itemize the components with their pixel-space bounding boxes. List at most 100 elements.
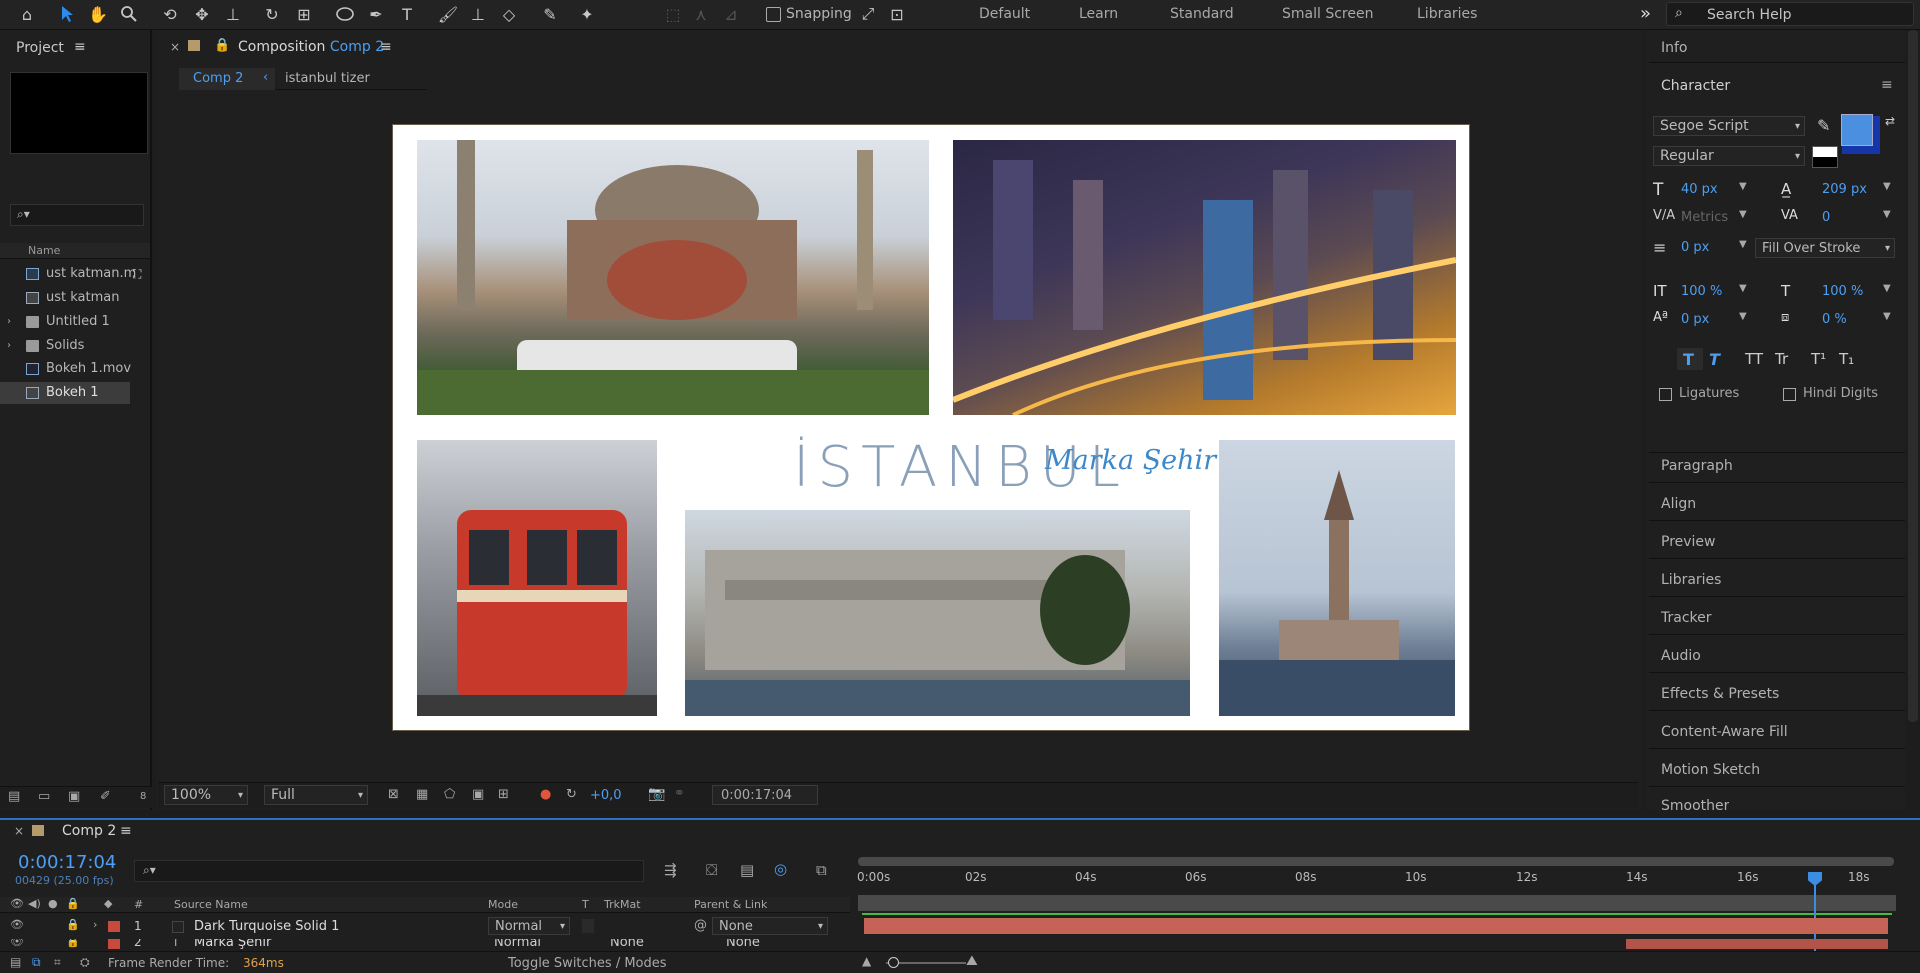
- column-source-name[interactable]: Source Name: [174, 898, 248, 911]
- reset-exposure-icon[interactable]: ↻: [566, 787, 577, 802]
- rotate-tool-icon[interactable]: ↻: [260, 2, 284, 26]
- panel-menu-icon[interactable]: ≡: [74, 39, 86, 55]
- info-panel-header[interactable]: Info: [1661, 40, 1688, 56]
- right-panel-scrollbar[interactable]: [1908, 30, 1918, 722]
- interpret-footage-icon[interactable]: ▤: [8, 789, 20, 804]
- eraser-tool-icon[interactable]: ◇: [497, 2, 521, 26]
- timeline-timecode[interactable]: 0:00:17:04: [18, 852, 116, 873]
- snapshot-icon[interactable]: 📷: [648, 786, 665, 802]
- column-trkmat[interactable]: TrkMat: [604, 898, 641, 911]
- local-axis-icon[interactable]: ⬚: [661, 2, 685, 26]
- snap-feather-icon[interactable]: ⊡: [885, 2, 909, 26]
- pan-behind-icon[interactable]: ⊞: [292, 2, 316, 26]
- zoom-dropdown[interactable]: 100% ▾: [164, 785, 248, 805]
- resolution-dropdown[interactable]: Full ▾: [264, 785, 368, 805]
- panel-menu-icon[interactable]: ≡: [380, 39, 392, 55]
- puppet-pin-icon[interactable]: ✦: [575, 2, 599, 26]
- pickwhip-icon[interactable]: @: [694, 918, 707, 933]
- project-item-solids[interactable]: › Solids: [0, 335, 150, 357]
- lock-icon[interactable]: 🔒: [66, 918, 80, 931]
- exposure-value[interactable]: +0,0: [590, 788, 622, 803]
- home-icon[interactable]: ⌂: [15, 2, 39, 26]
- dolly-camera-icon[interactable]: ⊥: [221, 2, 245, 26]
- type-tool-icon[interactable]: T: [395, 2, 419, 26]
- timeline-zoom-handle[interactable]: [888, 957, 899, 968]
- chevron-down-icon[interactable]: ▼: [1739, 209, 1747, 220]
- show-snapshot-icon[interactable]: ⚭: [674, 786, 685, 801]
- composition-viewer[interactable]: İSTANBUL Marka Şehir: [392, 124, 1470, 731]
- layer-mode-value[interactable]: Normal: [494, 939, 541, 949]
- smoother-panel-header[interactable]: Smoother: [1661, 798, 1729, 810]
- content-aware-fill-panel-header[interactable]: Content-Aware Fill: [1661, 724, 1788, 740]
- eyedropper-icon[interactable]: ✎: [1817, 116, 1830, 135]
- all-caps-button[interactable]: TT: [1745, 350, 1763, 368]
- workspace-standard[interactable]: Standard: [1170, 6, 1234, 22]
- snapping-checkbox[interactable]: [766, 7, 781, 22]
- brush-tool-icon[interactable]: 🖌: [436, 2, 460, 26]
- composition-mini-flowchart-icon[interactable]: ⇶: [664, 861, 677, 879]
- subscript-button[interactable]: T₁: [1839, 350, 1854, 368]
- new-folder-icon[interactable]: ▭: [38, 789, 50, 804]
- horizontal-scale-value[interactable]: 100 %: [1822, 284, 1863, 299]
- zoom-out-icon[interactable]: ▲: [862, 954, 871, 968]
- chevron-down-icon[interactable]: ▼: [1739, 311, 1747, 322]
- workspace-small-screen[interactable]: Small Screen: [1282, 6, 1373, 22]
- font-style-dropdown[interactable]: Regular ▾: [1653, 146, 1805, 166]
- work-area-bar[interactable]: [858, 857, 1894, 866]
- layer-row-2[interactable]: 👁 🔒 2 T Marka Şehir Normal None None: [0, 939, 1920, 949]
- eye-icon[interactable]: 👁: [10, 939, 24, 948]
- superscript-button[interactable]: T¹: [1811, 350, 1826, 368]
- project-item-untitled-1[interactable]: › Untitled 1: [0, 311, 150, 333]
- roto-brush-icon[interactable]: ✎: [538, 2, 562, 26]
- breadcrumb-item[interactable]: istanbul tizer: [285, 71, 370, 86]
- layer-label-color[interactable]: [108, 939, 120, 949]
- close-tab-icon[interactable]: ×: [170, 40, 180, 54]
- fill-color-swatch[interactable]: [1841, 114, 1873, 146]
- character-panel-header[interactable]: Character: [1661, 78, 1730, 94]
- render-time-icon[interactable]: ⛭: [80, 955, 90, 970]
- preview-panel-header[interactable]: Preview: [1661, 534, 1716, 550]
- effects-presets-panel-header[interactable]: Effects & Presets: [1661, 686, 1779, 702]
- layer-duration-bar[interactable]: [1626, 939, 1888, 949]
- selection-tool-icon[interactable]: [55, 2, 79, 26]
- video-toggle-icon[interactable]: 👁: [10, 897, 24, 910]
- faux-italic-button[interactable]: T: [1709, 350, 1720, 369]
- orbit-camera-icon[interactable]: ⟲: [158, 2, 182, 26]
- composition-tab[interactable]: Composition Comp 2: [238, 39, 384, 55]
- project-item-bokeh-mov[interactable]: Bokeh 1.mov: [0, 358, 150, 380]
- project-search-input[interactable]: ⌕▾: [10, 204, 144, 226]
- preserve-transparency-toggle[interactable]: [582, 919, 594, 933]
- lock-icon[interactable]: 🔒: [66, 939, 80, 948]
- chevron-down-icon[interactable]: ▼: [1739, 283, 1747, 294]
- shape-tool-icon[interactable]: [333, 2, 357, 26]
- region-of-interest-icon[interactable]: ▣: [472, 787, 484, 802]
- transfer-controls-icon[interactable]: ⧉: [32, 955, 41, 970]
- chevron-down-icon[interactable]: ▼: [1883, 283, 1891, 294]
- panel-menu-icon[interactable]: ≡: [1881, 77, 1893, 93]
- audio-toggle-icon[interactable]: ◀): [28, 897, 41, 910]
- workspace-overflow-icon[interactable]: »: [1640, 3, 1651, 24]
- project-item-ust-katman[interactable]: ust katman: [0, 287, 150, 309]
- pan-camera-icon[interactable]: ✥: [190, 2, 214, 26]
- mask-visibility-icon[interactable]: ⬠: [444, 787, 455, 802]
- column-mode[interactable]: Mode: [488, 898, 518, 911]
- lock-icon[interactable]: 🔒: [214, 38, 230, 53]
- layer-duration-bar[interactable]: [864, 918, 1888, 934]
- layer-trkmat-value[interactable]: None: [610, 939, 644, 949]
- workspace-libraries[interactable]: Libraries: [1417, 6, 1477, 22]
- layer-mode-dropdown[interactable]: Normal ▾: [488, 917, 570, 935]
- baseline-shift-value[interactable]: 0 px: [1681, 312, 1709, 327]
- font-size-value[interactable]: 40 px: [1681, 182, 1718, 197]
- project-column-name[interactable]: Name: [0, 243, 150, 259]
- swap-colors-icon[interactable]: ⇄: [1885, 114, 1895, 128]
- expand-chevron-icon[interactable]: ›: [93, 918, 97, 931]
- close-tab-icon[interactable]: ×: [14, 824, 24, 838]
- layer-parent-value[interactable]: None: [726, 939, 760, 949]
- lock-toggle-icon[interactable]: 🔒: [66, 897, 80, 910]
- small-caps-button[interactable]: Tr: [1775, 350, 1788, 368]
- fast-previews-icon[interactable]: ⊠: [388, 787, 399, 802]
- chevron-down-icon[interactable]: ▼: [1739, 239, 1747, 250]
- workspace-learn[interactable]: Learn: [1079, 6, 1118, 22]
- expand-chevron-icon[interactable]: ›: [7, 311, 11, 333]
- audio-panel-header[interactable]: Audio: [1661, 648, 1701, 664]
